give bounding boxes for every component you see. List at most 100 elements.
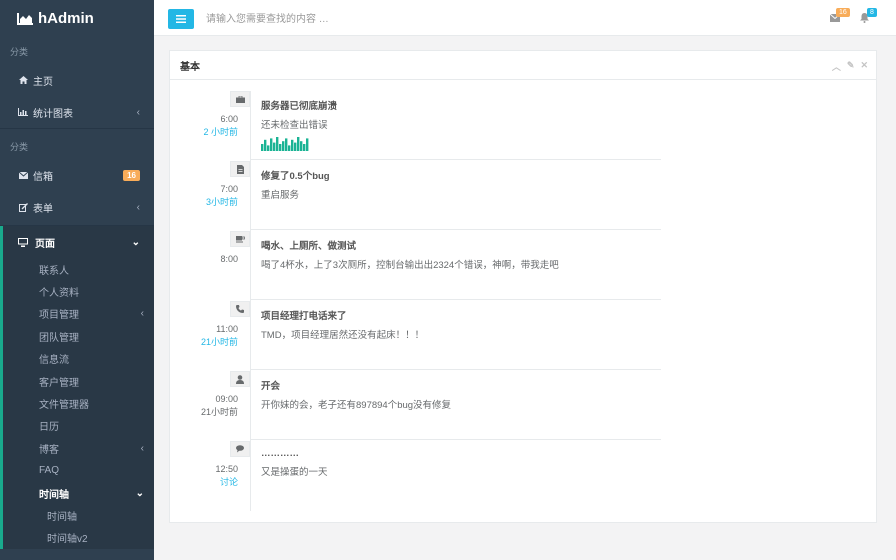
sparkline-bar: [300, 141, 303, 151]
chevron-down-icon: ⌄: [131, 236, 140, 248]
timeline-item: 09:00 21小时前 开会 开你妹的会，老子还有897894个bug没有修复: [170, 371, 878, 441]
sidebar-item-label: 统计图表: [33, 108, 73, 120]
panel-tools: ︿ ✎ ✕: [832, 60, 868, 73]
envelope-icon: [18, 170, 28, 180]
sidebar-subitem[interactable]: FAQ: [3, 460, 154, 482]
sparkline-bar: [288, 145, 291, 151]
coffee-icon: [230, 231, 250, 247]
bar-chart-icon: [18, 107, 28, 117]
event-text: TMD，项目经理居然还没有起床！！！: [261, 330, 425, 341]
sparkline-bar: [294, 142, 297, 151]
event-time: 6:00: [220, 114, 238, 124]
divider: [251, 439, 661, 440]
user-icon: [230, 371, 250, 387]
brand[interactable]: hAdmin: [0, 0, 154, 37]
close-icon[interactable]: ✕: [860, 60, 868, 73]
event-title: 服务器已彻底崩溃: [261, 101, 338, 112]
sidebar-item-label: 信箱: [33, 171, 53, 183]
hamburger-icon: [176, 15, 186, 23]
sidebar: hAdmin 分类 主页 统计图表 ‹ 分类 信箱 16 表单 ‹ 页面 ⌄ 联…: [0, 0, 154, 560]
event-time: 11:00: [216, 324, 238, 334]
chevron-left-icon: ‹: [140, 442, 144, 454]
sidebar-subitem[interactable]: 信息流: [3, 348, 154, 370]
sidebar-item-charts[interactable]: 统计图表 ‹: [0, 96, 154, 128]
divider: [251, 159, 661, 160]
event-time: 09:00: [215, 394, 238, 404]
sidebar-item-label: 主页: [33, 76, 53, 88]
timeline-item: 11:00 21小时前 项目经理打电话来了 TMD，项目经理居然还没有起床！！！: [170, 301, 878, 371]
timeline-date: 12:50 讨论: [168, 463, 238, 489]
timeline-date: 11:00 21小时前: [168, 323, 238, 349]
sidebar-subitem[interactable]: 日历: [3, 415, 154, 437]
sparkline-bar: [279, 144, 282, 151]
chart-logo-icon: [17, 12, 33, 25]
sidebar-subsubitem[interactable]: 时间轴v2: [3, 527, 154, 549]
menu-toggle-button[interactable]: [168, 9, 194, 29]
event-title: 项目经理打电话来了: [261, 311, 347, 322]
sparkline-bar: [261, 144, 264, 151]
timeline-content: 喝水、上厕所、做测试 喝了4杯水，上了3次厕所，控制台输出出2324个错误，神啊…: [261, 238, 661, 271]
timeline-item: 7:00 3小时前 修复了0.5个bug 重启服务: [170, 161, 878, 231]
event-relative-time: 2 小时前: [203, 127, 238, 137]
timeline-content: ………… 又是操蛋的一天: [261, 448, 661, 478]
sparkline-bar: [303, 144, 306, 151]
event-text: 喝了4杯水，上了3次厕所，控制台输出出2324个错误，神啊，带我走吧: [261, 260, 559, 271]
desktop-icon: [18, 237, 28, 247]
sidebar-item-forms[interactable]: 表单 ‹: [0, 191, 154, 223]
event-relative-time: 3小时前: [205, 197, 238, 207]
panel-title: 基本: [180, 61, 200, 73]
event-title: 修复了0.5个bug: [261, 171, 330, 182]
notifications-button[interactable]: 8: [860, 8, 877, 26]
event-relative-time[interactable]: 讨论: [168, 476, 238, 489]
event-text: 又是操蛋的一天: [261, 467, 328, 478]
sidebar-subitem-label: 博客: [39, 444, 59, 456]
timeline-date: 8:00: [168, 253, 238, 266]
sidebar-subitem[interactable]: 团队管理: [3, 325, 154, 347]
home-icon: [18, 75, 28, 85]
chevron-left-icon: ‹: [140, 308, 144, 320]
sidebar-item-pages[interactable]: 页面 ⌄: [3, 226, 154, 258]
event-relative-time: 21小时前: [200, 337, 238, 347]
collapse-icon[interactable]: ︿: [832, 60, 841, 73]
sidebar-subitem-projects[interactable]: 项目管理 ‹: [3, 303, 154, 325]
sparkline-bar: [306, 138, 309, 151]
edit-icon: [18, 202, 28, 212]
event-relative-time: 21小时前: [200, 407, 238, 417]
sidebar-subitem[interactable]: 文件管理器: [3, 392, 154, 414]
sparkline-bar: [267, 145, 270, 151]
event-text: 还未检查出错误: [261, 120, 328, 131]
sidebar-subitem[interactable]: 联系人: [3, 258, 154, 280]
sidebar-subitem[interactable]: 个人资料: [3, 280, 154, 302]
nav-header: 分类: [10, 47, 29, 57]
event-title: 开会: [261, 381, 281, 392]
mail-button[interactable]: 16: [829, 8, 850, 25]
timeline-item: 8:00 喝水、上厕所、做测试 喝了4杯水，上了3次厕所，控制台输出出2324个…: [170, 231, 878, 301]
chevron-down-icon: ⌄: [135, 487, 144, 499]
brand-name: hAdmin: [38, 10, 94, 27]
sparkline-bar: [285, 138, 288, 151]
chevron-left-icon: ‹: [136, 106, 140, 118]
sidebar-subsubitem[interactable]: 时间轴: [3, 504, 154, 526]
mailbox-count-badge: 16: [123, 169, 140, 181]
timeline-panel: 基本 ︿ ✎ ✕ 6:00 2 小时前 服务器已彻底崩溃 还未检查出错误 7:0…: [169, 50, 877, 523]
mail-count-badge: 16: [836, 8, 850, 17]
sparkline-bar: [297, 137, 300, 151]
sidebar-subitem-timeline[interactable]: 时间轴 ⌄: [3, 482, 154, 504]
wrench-icon[interactable]: ✎: [847, 60, 855, 73]
event-text: 开你妹的会，老子还有897894个bug没有修复: [261, 400, 452, 411]
timeline-date: 7:00 3小时前: [168, 183, 238, 209]
sidebar-subitem-label: 时间轴: [39, 489, 69, 501]
sidebar-item-label: 表单: [33, 203, 53, 215]
sidebar-item-mailbox[interactable]: 信箱 16: [0, 159, 154, 191]
sidebar-subitem-blog[interactable]: 博客 ‹: [3, 437, 154, 459]
search-input[interactable]: 请输入您需要查找的内容 …: [206, 10, 329, 25]
sparkline-bar: [264, 139, 267, 151]
sparkline-bar: [276, 137, 279, 151]
sparkline-chart: [261, 137, 309, 151]
sparkline-bar: [291, 139, 294, 151]
sparkline-bar: [282, 141, 285, 151]
sidebar-item-home[interactable]: 主页: [0, 64, 154, 96]
sparkline-bar: [273, 142, 276, 151]
timeline-date: 09:00 21小时前: [168, 393, 238, 419]
sidebar-subitem[interactable]: 客户管理: [3, 370, 154, 392]
